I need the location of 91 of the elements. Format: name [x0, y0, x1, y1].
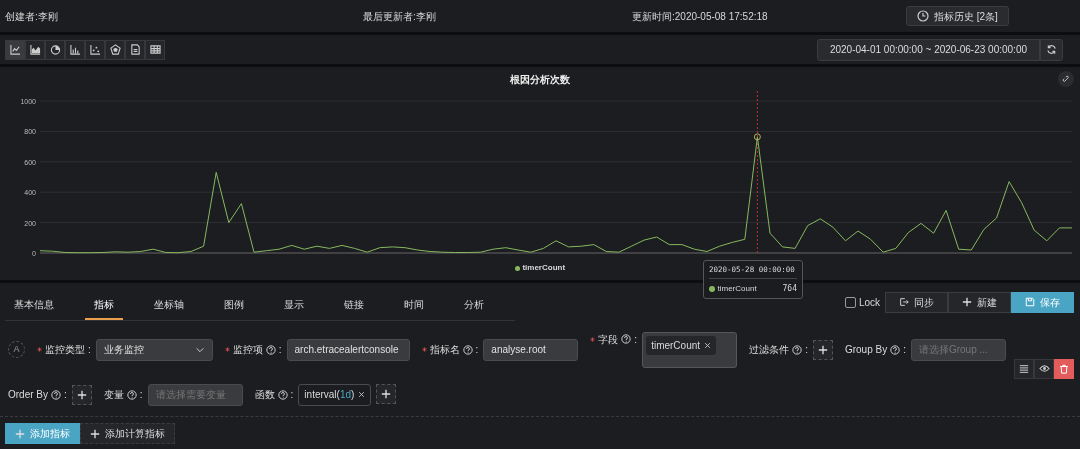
- tab[interactable]: 分析: [455, 290, 493, 320]
- export-icon: [899, 297, 909, 307]
- chart-type-button[interactable]: [105, 39, 125, 60]
- area-chart-icon: [29, 44, 41, 55]
- legend-label[interactable]: timerCount: [522, 262, 566, 274]
- tab[interactable]: 指标: [85, 290, 123, 320]
- close-icon: [358, 391, 366, 398]
- add-button[interactable]: [71, 384, 92, 405]
- document-icon: [129, 44, 141, 55]
- chart-type-button[interactable]: [145, 39, 165, 60]
- add-metric-button[interactable]: 添加计算指标: [80, 423, 175, 444]
- save-icon: [1025, 297, 1035, 307]
- chart-type-button[interactable]: [65, 39, 85, 60]
- eye-icon: [1038, 363, 1050, 374]
- label-text: 监控类型: [45, 343, 85, 357]
- plus-icon: [962, 297, 972, 307]
- table-icon: [149, 44, 161, 55]
- creator-label: 创建者:李刚: [5, 9, 59, 24]
- tab[interactable]: 图例: [215, 290, 253, 320]
- tab[interactable]: 坐标轴: [145, 290, 193, 320]
- panel-title: 根因分析次数: [510, 72, 570, 87]
- tab[interactable]: 时间: [395, 290, 433, 320]
- chart-type-button[interactable]: [125, 39, 145, 60]
- label-text: 变量: [103, 388, 124, 402]
- tag-field[interactable]: timerCount: [642, 331, 738, 368]
- hover-point-marker: [753, 133, 761, 141]
- function-tag[interactable]: interval(1d): [298, 383, 372, 406]
- sync-button[interactable]: 同步: [885, 291, 948, 313]
- list-icon: [1019, 363, 1029, 374]
- label-text: Order By: [8, 388, 48, 402]
- plus-icon: [90, 428, 100, 439]
- close-icon: [704, 341, 712, 349]
- history-button[interactable]: 指标历史 [2条]: [906, 6, 1009, 26]
- line-chart-icon: [9, 44, 21, 55]
- label-colon: :: [290, 388, 294, 402]
- label-text: 过滤条件: [749, 343, 790, 357]
- updated-time-label: 更新时间:2020-05-08 17:52:18: [632, 9, 769, 24]
- label-colon: :: [903, 343, 906, 357]
- lock-label: Lock: [858, 295, 880, 310]
- tab[interactable]: 链接: [335, 290, 373, 320]
- view-button[interactable]: [1034, 358, 1054, 379]
- input-field[interactable]: analyse.root: [483, 338, 579, 361]
- bar-chart-icon: [69, 44, 81, 55]
- label-text: Group By: [844, 343, 888, 357]
- tag-text: timerCount: [651, 338, 701, 353]
- pie-chart-icon: [49, 44, 61, 55]
- label-colon: :: [634, 332, 638, 347]
- delete-button[interactable]: [1054, 358, 1074, 379]
- last-editor-label: 最后更新者:李刚: [363, 9, 437, 24]
- label-colon: :: [139, 388, 143, 402]
- tooltip-series-name: timerCount: [717, 283, 758, 296]
- label-text: 监控项: [232, 343, 263, 357]
- series-dot: [709, 286, 715, 293]
- tag-text: interval(1d): [304, 388, 355, 402]
- add-button[interactable]: [376, 383, 397, 404]
- refresh-icon: [1046, 44, 1057, 55]
- tab[interactable]: 显示: [275, 290, 313, 320]
- tooltip-value: 764: [782, 283, 797, 296]
- label-colon: :: [64, 388, 67, 402]
- plus-icon: [76, 389, 87, 400]
- label-text: 字段: [598, 332, 619, 347]
- new-button[interactable]: 新建: [948, 291, 1011, 313]
- refresh-button[interactable]: [1040, 38, 1063, 61]
- clock-icon: [917, 10, 929, 22]
- label-text: 指标名: [429, 343, 460, 357]
- date-range-button[interactable]: 2020-04-01 00:00:00 ~ 2020-06-23 00:00:00: [816, 38, 1040, 61]
- label-colon: :: [475, 343, 479, 357]
- label-colon: :: [88, 343, 91, 357]
- select-field[interactable]: 业务监控: [95, 338, 213, 361]
- select-value: 业务监控: [103, 343, 144, 357]
- chart-type-button[interactable]: [45, 39, 65, 60]
- chart-type-button[interactable]: [25, 39, 45, 60]
- link-icon: [1061, 74, 1071, 84]
- label-colon: :: [278, 343, 282, 357]
- input-field[interactable]: arch.etracealertconsole: [286, 338, 410, 361]
- lock-checkbox[interactable]: [845, 296, 857, 308]
- label-colon: :: [805, 343, 808, 357]
- field-tag[interactable]: timerCount: [646, 335, 717, 355]
- label-text: 函数: [254, 388, 275, 402]
- plus-icon: [15, 428, 25, 439]
- chart-type-button[interactable]: [5, 39, 25, 60]
- chart-type-button[interactable]: [85, 39, 105, 60]
- scatter-chart-icon: [89, 44, 101, 55]
- plus-icon: [817, 344, 828, 355]
- trash-icon: [1059, 363, 1069, 374]
- link-button[interactable]: [1058, 71, 1074, 87]
- tab[interactable]: 基本信息: [5, 290, 63, 320]
- list-button[interactable]: [1014, 358, 1034, 379]
- add-button[interactable]: [812, 339, 833, 360]
- radar-chart-icon: [109, 44, 121, 55]
- plus-icon: [381, 388, 392, 399]
